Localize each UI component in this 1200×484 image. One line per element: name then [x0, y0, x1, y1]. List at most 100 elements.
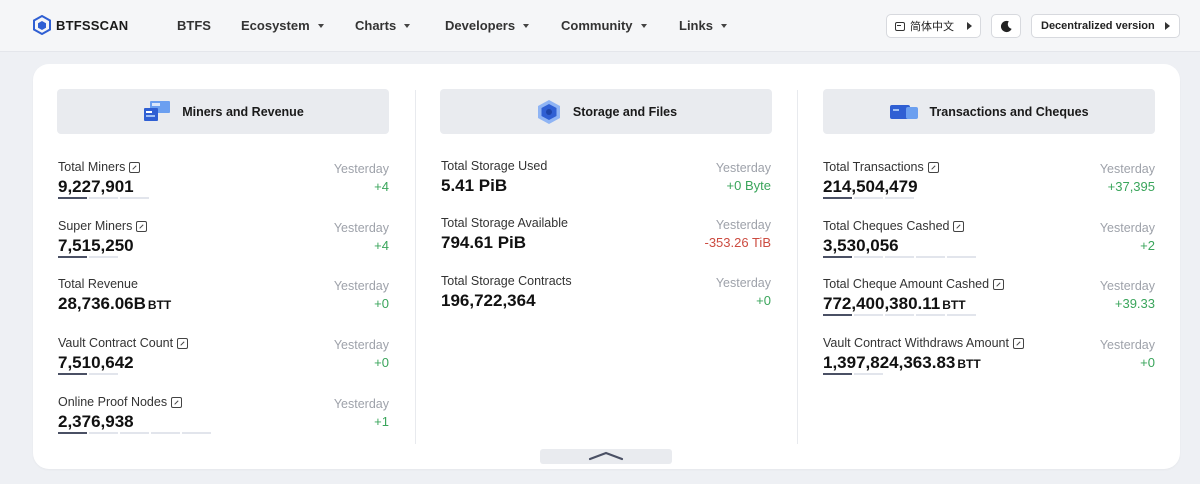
stat-total-storage-available: Total Storage Available 794.61 PiB Yeste…	[441, 216, 771, 262]
stat-label: Total Revenue	[58, 277, 138, 291]
external-link-icon[interactable]	[129, 161, 141, 173]
stat-label: Total Cheques Cashed	[823, 219, 965, 233]
decentralized-version-button[interactable]: Decentralized version	[1031, 14, 1180, 38]
pager-segment[interactable]	[120, 197, 149, 199]
nav-community[interactable]: Community	[561, 18, 647, 33]
pager-segment[interactable]	[89, 432, 118, 434]
stat-delta: +39.33	[1114, 296, 1155, 311]
stat-value-text: 772,400,380.11	[823, 294, 941, 313]
column-title: Miners and Revenue	[182, 104, 304, 119]
stat-pager	[823, 197, 914, 199]
stat-pager	[823, 256, 976, 258]
stat-total-revenue: Total Revenue 28,736.06B BTT Yesterday +0	[58, 277, 389, 323]
stat-value: 1,397,824,363.83 BTT	[823, 353, 981, 373]
stat-yesterday-label: Yesterday	[1099, 221, 1155, 235]
stat-label-text: Super Miners	[58, 219, 133, 233]
pager-segment[interactable]	[885, 256, 914, 258]
pager-segment[interactable]	[854, 256, 883, 258]
pager-segment[interactable]	[885, 197, 914, 199]
brand-name: BTFSSCAN	[56, 17, 129, 33]
pager-segment[interactable]	[120, 432, 149, 434]
pager-segment[interactable]	[58, 432, 87, 434]
stat-label: Total Storage Contracts	[441, 274, 572, 288]
external-link-icon[interactable]	[1012, 337, 1024, 349]
nav-links-label: Links	[679, 18, 713, 33]
pager-segment[interactable]	[916, 256, 945, 258]
stat-value-text: 214,504,479	[823, 177, 918, 196]
external-link-icon[interactable]	[953, 220, 965, 232]
pager-segment[interactable]	[823, 197, 852, 199]
pager-segment[interactable]	[182, 432, 211, 434]
pager-segment[interactable]	[58, 197, 87, 199]
nav-charts[interactable]: Charts	[355, 18, 411, 33]
stat-label: Super Miners	[58, 219, 148, 233]
storage-icon	[537, 99, 560, 124]
pager-segment[interactable]	[151, 432, 180, 434]
stat-total-cheque-amount-cashed: Total Cheque Amount Cashed 772,400,380.1…	[823, 277, 1155, 323]
pager-segment[interactable]	[823, 256, 852, 258]
nav-ecosystem[interactable]: Ecosystem	[241, 18, 324, 33]
stat-label: Vault Contract Count	[58, 336, 189, 350]
language-selector[interactable]: 简体中文	[886, 14, 981, 38]
pager-segment[interactable]	[58, 373, 87, 375]
stat-total-miners: Total Miners 9,227,901 Yesterday +4	[58, 160, 389, 206]
pager-segment[interactable]	[58, 256, 87, 258]
stat-value-text: 7,510,642	[58, 353, 134, 372]
nav-btfs[interactable]: BTFS	[177, 18, 211, 33]
external-link-icon[interactable]	[927, 161, 939, 173]
stat-value-text: 28,736.06B	[58, 294, 146, 313]
stat-value-text: 5.41 PiB	[441, 176, 508, 195]
stat-value: 7,510,642	[58, 353, 134, 373]
pager-segment[interactable]	[823, 314, 852, 316]
stat-value: 5.41 PiB	[441, 176, 507, 196]
stat-label: Total Transactions	[823, 160, 939, 174]
pager-segment[interactable]	[947, 314, 976, 316]
stat-yesterday-label: Yesterday	[333, 279, 389, 293]
pager-segment[interactable]	[885, 314, 914, 316]
nav-developers[interactable]: Developers	[445, 18, 530, 33]
stat-value: 794.61 PiB	[441, 233, 526, 253]
pager-segment[interactable]	[916, 314, 945, 316]
stat-total-cheques-cashed: Total Cheques Cashed 3,530,056 Yesterday…	[823, 219, 1155, 265]
logo[interactable]: BTFSSCAN	[32, 15, 128, 35]
stat-label-text: Total Transactions	[823, 160, 924, 174]
stat-label-text: Online Proof Nodes	[58, 395, 168, 409]
stat-value-text: 3,530,056	[823, 236, 899, 255]
external-link-icon[interactable]	[177, 337, 189, 349]
stat-yesterday-label: Yesterday	[715, 218, 771, 232]
pager-segment[interactable]	[854, 197, 883, 199]
stat-yesterday-label: Yesterday	[333, 221, 389, 235]
stat-label-text: Vault Contract Count	[58, 336, 174, 350]
pager-segment[interactable]	[89, 256, 118, 258]
stat-super-miners: Super Miners 7,515,250 Yesterday +4	[58, 219, 389, 265]
pager-segment[interactable]	[854, 373, 883, 375]
pager-segment[interactable]	[854, 314, 883, 316]
stat-yesterday-label: Yesterday	[1099, 162, 1155, 176]
nav-developers-label: Developers	[445, 18, 516, 33]
nav-charts-label: Charts	[355, 18, 397, 33]
stat-unit: BTT	[957, 357, 981, 371]
pager-segment[interactable]	[947, 256, 976, 258]
stat-label-text: Total Storage Used	[441, 159, 548, 173]
column-title: Storage and Files	[572, 104, 678, 119]
external-link-icon[interactable]	[993, 278, 1005, 290]
collapse-toggle[interactable]	[540, 449, 672, 464]
pager-segment[interactable]	[823, 373, 852, 375]
stat-label-text: Total Miners	[58, 160, 126, 174]
stat-value: 214,504,479	[823, 177, 918, 197]
column-title: Transactions and Cheques	[929, 104, 1089, 119]
stat-yesterday-label: Yesterday	[1099, 338, 1155, 352]
language-label: 简体中文	[910, 21, 954, 33]
stat-yesterday-label: Yesterday	[333, 338, 389, 352]
stat-total-storage-contracts: Total Storage Contracts 196,722,364 Yest…	[441, 274, 771, 320]
pager-segment[interactable]	[89, 373, 118, 375]
external-link-icon[interactable]	[171, 396, 183, 408]
pager-segment[interactable]	[89, 197, 118, 199]
nav-links[interactable]: Links	[679, 18, 727, 33]
stat-delta: -353.26 TiB	[704, 235, 772, 250]
theme-toggle[interactable]	[991, 14, 1021, 38]
stat-value-text: 1,397,824,363.83	[823, 353, 956, 372]
external-link-icon[interactable]	[136, 220, 148, 232]
stat-label-text: Total Revenue	[58, 277, 138, 291]
transactions-icon	[890, 104, 919, 119]
